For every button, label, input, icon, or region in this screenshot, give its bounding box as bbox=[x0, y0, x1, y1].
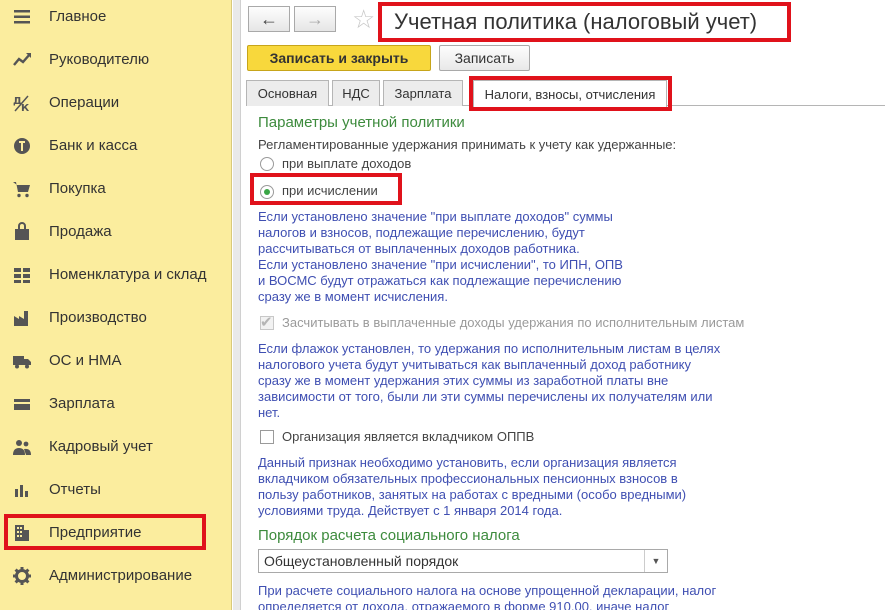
building-icon bbox=[11, 522, 33, 544]
sidebar-item-label: Зарплата bbox=[49, 395, 115, 412]
bag-icon bbox=[11, 221, 33, 243]
help-line: Если флажок установлен, то удержания по … bbox=[258, 341, 721, 356]
help-line: При расчете социального налога на основе… bbox=[258, 583, 717, 598]
help-line: сразу же в момент удержания этих суммы и… bbox=[258, 373, 669, 388]
operations-icon: ДК bbox=[11, 92, 33, 114]
sidebar-item-operations[interactable]: ДК Операции bbox=[0, 81, 232, 124]
sidebar-item-production[interactable]: Производство bbox=[0, 296, 232, 339]
radio-on-payment-label[interactable]: при выплате доходов bbox=[282, 156, 411, 171]
sidebar-item-label: Покупка bbox=[49, 180, 106, 197]
back-button[interactable]: ← bbox=[248, 6, 290, 32]
sidebar-item-manager[interactable]: Руководителю bbox=[0, 38, 232, 81]
checkmark-icon: ✔ bbox=[260, 314, 273, 331]
help-line: пользу работников, занятых на работах с … bbox=[258, 487, 687, 502]
help-line: сразу же в момент исчисления. bbox=[258, 289, 448, 304]
social-tax-select[interactable]: Общеустановленный порядок ▼ bbox=[258, 549, 668, 573]
coin-icon bbox=[11, 135, 33, 157]
warehouse-icon bbox=[11, 264, 33, 286]
bar-chart-icon bbox=[11, 479, 33, 501]
sidebar-item-hr[interactable]: Кадровый учет bbox=[0, 425, 232, 468]
help-line: условиями труда. Действует с 1 января 20… bbox=[258, 503, 563, 518]
radio-on-accrual[interactable] bbox=[260, 185, 274, 199]
social-tax-select-value: Общеустановленный порядок bbox=[264, 553, 459, 569]
help-text-oppv: Данный признак необходимо установить, ес… bbox=[258, 455, 686, 519]
sidebar-item-fixed-assets[interactable]: ОС и НМА bbox=[0, 339, 232, 382]
tab-main[interactable]: Основная bbox=[246, 80, 329, 106]
chevron-down-icon[interactable]: ▼ bbox=[644, 550, 667, 572]
sidebar-item-nomenclature[interactable]: Номенклатура и склад bbox=[0, 253, 232, 296]
help-line: рассчитываться от выплаченных доходов ра… bbox=[258, 241, 580, 256]
wallet-icon bbox=[11, 393, 33, 415]
help-line: налогов и взносов, подлежащие перечислен… bbox=[258, 225, 585, 240]
tab-vat[interactable]: НДС bbox=[332, 80, 380, 106]
sidebar-item-label: Руководителю bbox=[49, 51, 150, 68]
help-text-social-tax: При расчете социального налога на основе… bbox=[258, 583, 716, 610]
radio-on-payment[interactable] bbox=[260, 157, 274, 171]
tab-taxes[interactable]: Налоги, взносы, отчисления bbox=[473, 80, 667, 107]
sidebar-item-enterprise[interactable]: Предприятие bbox=[0, 511, 232, 554]
cart-icon bbox=[11, 178, 33, 200]
help-line: вкладчиком обязательных профессиональных… bbox=[258, 471, 678, 486]
sidebar-item-sales[interactable]: Продажа bbox=[0, 210, 232, 253]
save-and-close-button[interactable]: Записать и закрыть bbox=[247, 45, 431, 71]
section-title-accounting-params: Параметры учетной политики bbox=[258, 114, 465, 131]
menu-icon bbox=[11, 6, 33, 28]
sidebar-item-label: Производство bbox=[49, 309, 147, 326]
sidebar-item-label: Продажа bbox=[49, 223, 112, 240]
writs-checkbox[interactable]: ✔ bbox=[260, 314, 274, 331]
sidebar-item-label: Кадровый учет bbox=[49, 438, 153, 455]
help-line: Если установлено значение "при выплате д… bbox=[258, 209, 613, 224]
radio-on-accrual-label[interactable]: при исчислении bbox=[282, 183, 378, 198]
section-title-social-tax: Порядок расчета социального налога bbox=[258, 527, 520, 544]
help-line: налогового учета будут учитываться как в… bbox=[258, 357, 692, 372]
sidebar-item-label: Номенклатура и склад bbox=[49, 266, 207, 283]
help-line: нет. bbox=[258, 405, 281, 420]
help-line: Данный признак необходимо установить, ес… bbox=[258, 455, 677, 470]
help-text-withholding: Если установлено значение "при выплате д… bbox=[258, 209, 623, 305]
sidebar-item-bank[interactable]: Банк и касса bbox=[0, 124, 232, 167]
truck-icon bbox=[11, 350, 33, 372]
sidebar: Главное Руководителю ДК Операции Банк и … bbox=[0, 0, 232, 610]
sidebar-item-label: Операции bbox=[49, 94, 120, 111]
sidebar-item-purchase[interactable]: Покупка bbox=[0, 167, 232, 210]
left-edge-bar bbox=[233, 0, 241, 610]
sidebar-item-label: Банк и касса bbox=[49, 137, 138, 154]
writs-checkbox-label[interactable]: Засчитывать в выплаченные доходы удержан… bbox=[282, 315, 744, 330]
save-button[interactable]: Записать bbox=[439, 45, 530, 71]
oppv-checkbox-label[interactable]: Организация является вкладчиком ОППВ bbox=[282, 429, 534, 444]
factory-icon bbox=[11, 307, 33, 329]
help-line: и ВОСМС будут отражаться как подлежащие … bbox=[258, 273, 622, 288]
withholding-label: Регламентированные удержания принимать к… bbox=[258, 137, 677, 152]
oppv-checkbox[interactable] bbox=[260, 430, 274, 444]
sidebar-item-salary[interactable]: Зарплата bbox=[0, 382, 232, 425]
favorite-star-icon[interactable]: ☆ bbox=[352, 5, 375, 33]
main-panel: ← → ☆ Учетная политика (налоговый учет) … bbox=[233, 0, 885, 610]
tab-salary[interactable]: Зарплата bbox=[383, 80, 463, 106]
svg-text:К: К bbox=[21, 103, 30, 113]
people-icon bbox=[11, 436, 33, 458]
sidebar-item-main[interactable]: Главное bbox=[0, 0, 232, 38]
sidebar-item-label: Администрирование bbox=[49, 567, 193, 584]
help-line: Если установлено значение "при исчислени… bbox=[258, 257, 623, 272]
trend-chart-icon bbox=[11, 49, 33, 71]
sidebar-item-label: ОС и НМА bbox=[49, 352, 122, 369]
sidebar-item-label: Отчеты bbox=[49, 481, 101, 498]
forward-arrow-icon: → bbox=[306, 8, 324, 29]
sidebar-item-label: Главное bbox=[49, 8, 107, 25]
sidebar-item-reports[interactable]: Отчеты bbox=[0, 468, 232, 511]
back-arrow-icon: ← bbox=[260, 8, 278, 29]
sidebar-item-label: Предприятие bbox=[49, 524, 142, 541]
page-title: Учетная политика (налоговый учет) bbox=[394, 9, 758, 34]
help-text-writs: Если флажок установлен, то удержания по … bbox=[258, 341, 720, 421]
forward-button[interactable]: → bbox=[294, 6, 336, 32]
help-line: определяется от дохода, отражаемого в фо… bbox=[258, 599, 670, 610]
sidebar-item-admin[interactable]: Администрирование bbox=[0, 554, 232, 597]
gear-icon bbox=[11, 565, 33, 587]
help-line: зависимости от того, были ли эти суммы п… bbox=[258, 389, 713, 404]
